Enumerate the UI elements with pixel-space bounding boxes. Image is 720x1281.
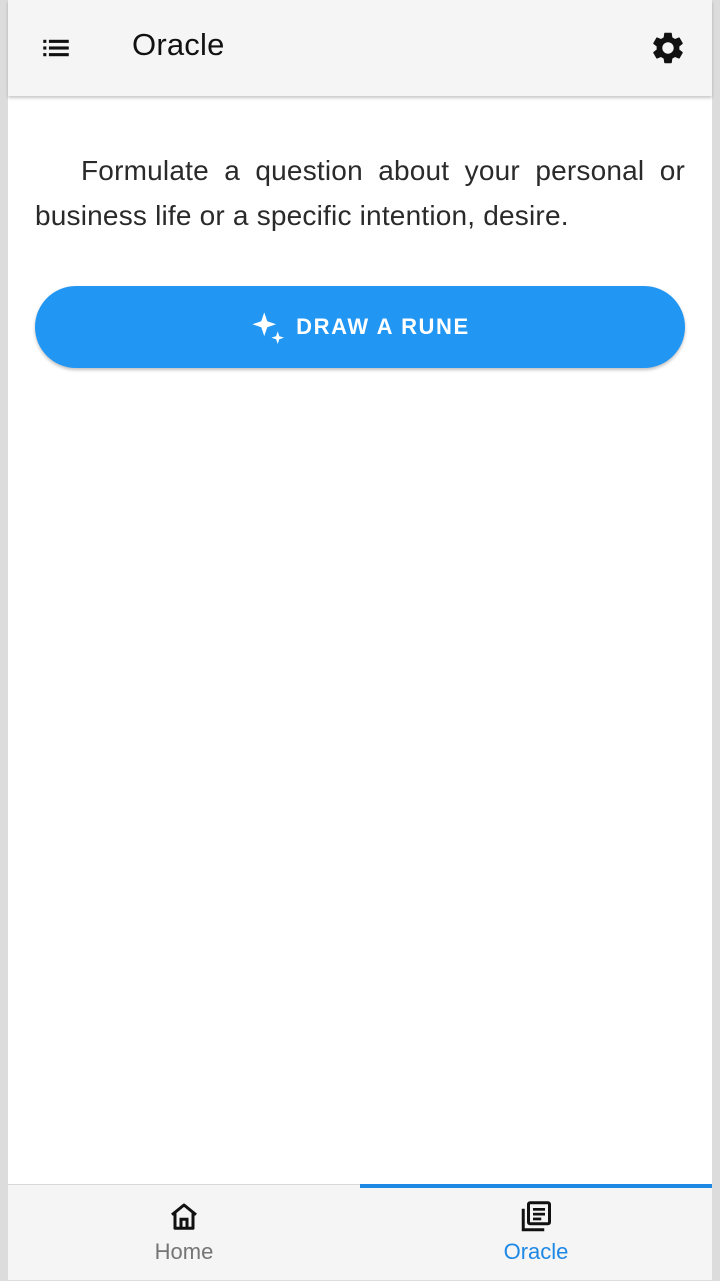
page-title: Oracle (132, 27, 225, 62)
app-screen: Oracle Formulate a question about your p… (8, 0, 712, 1280)
draw-rune-button[interactable]: DRAW A RUNE (35, 286, 685, 368)
article-icon (521, 1201, 551, 1232)
tab-oracle-label: Oracle (503, 1239, 569, 1264)
bottom-navigation: Home Oracle (8, 1184, 712, 1280)
app-bar: Oracle (8, 0, 712, 96)
list-menu-icon (43, 39, 69, 57)
gear-icon (653, 32, 683, 64)
tab-home[interactable]: Home (8, 1185, 360, 1281)
settings-button[interactable] (644, 24, 692, 72)
draw-rune-label: DRAW A RUNE (296, 314, 470, 339)
home-icon (171, 1203, 197, 1230)
tab-oracle[interactable]: Oracle (360, 1185, 712, 1281)
tab-home-label: Home (154, 1239, 214, 1264)
sparkle-icon (252, 312, 285, 345)
main-content: Formulate a question about your personal… (8, 96, 712, 1184)
menu-button[interactable] (32, 24, 80, 72)
question-prompt: Formulate a question about your personal… (35, 155, 685, 231)
